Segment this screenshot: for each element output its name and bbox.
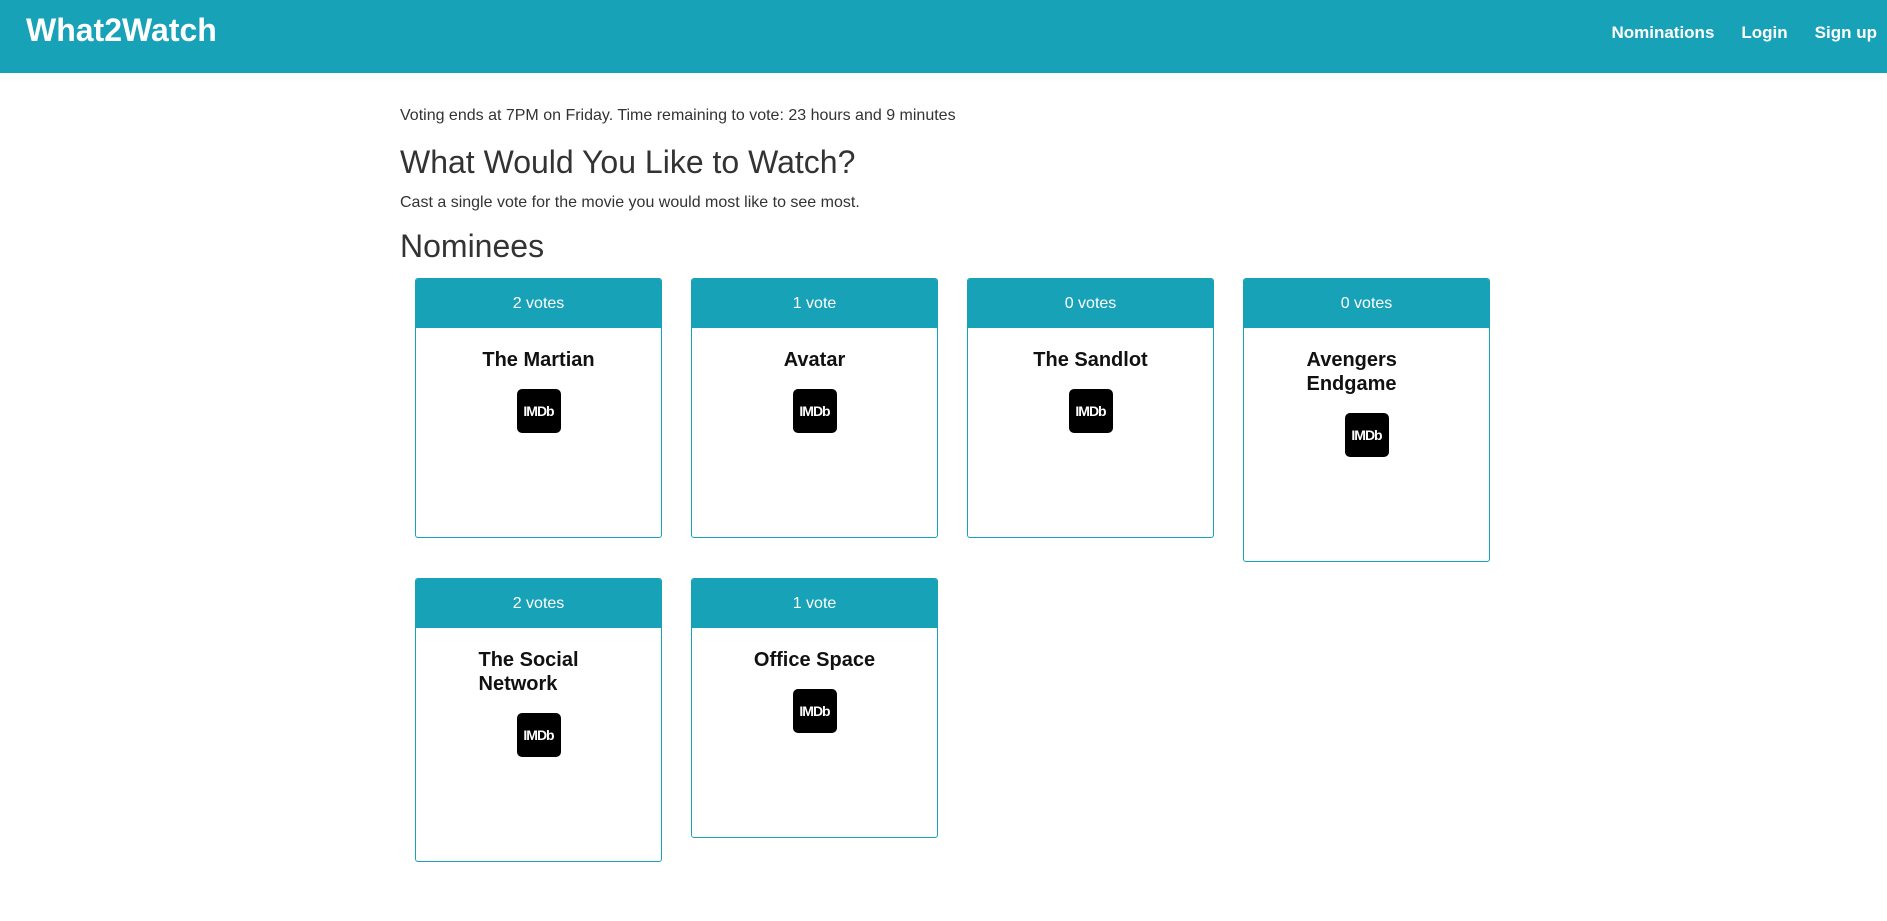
imdb-icon[interactable]: IMDb: [1344, 413, 1389, 457]
nominee-card-the-sandlot[interactable]: 0 votes The Sandlot IMDb: [967, 278, 1214, 538]
nominee-card-office-space[interactable]: 1 vote Office Space IMDb: [691, 578, 938, 838]
imdb-icon[interactable]: IMDb: [792, 389, 837, 433]
movie-title: The Social Network: [478, 649, 579, 695]
vote-count: 1 vote: [692, 579, 937, 628]
vote-count: 0 votes: [968, 279, 1213, 328]
nav-nominations-link[interactable]: Nominations: [1611, 20, 1714, 46]
brand-logo[interactable]: What2Watch: [26, 9, 217, 51]
nominee-card-avatar[interactable]: 1 vote Avatar IMDb: [691, 278, 938, 538]
imdb-icon[interactable]: IMDb: [1068, 389, 1113, 433]
nominees-heading: Nominees: [400, 228, 545, 264]
imdb-icon[interactable]: IMDb: [792, 689, 837, 733]
movie-title: Avatar: [783, 349, 846, 371]
nominee-card-avengers-endgame[interactable]: 0 votes Avengers Endgame IMDb: [1243, 278, 1490, 562]
movie-title: Office Space: [753, 649, 876, 671]
imdb-icon[interactable]: IMDb: [516, 389, 561, 433]
vote-count: 2 votes: [416, 279, 661, 328]
vote-count: 0 votes: [1244, 279, 1489, 328]
nav-signup-link[interactable]: Sign up: [1815, 20, 1877, 46]
voting-deadline-text: Voting ends at 7PM on Friday. Time remai…: [400, 107, 956, 124]
nominee-card-the-social-network[interactable]: 2 votes The Social Network IMDb: [415, 578, 662, 862]
page-instructions: Cast a single vote for the movie you wou…: [400, 194, 860, 211]
nav-links: Nominations Login Sign up: [1584, 20, 1877, 46]
nominee-card-the-martian[interactable]: 2 votes The Martian IMDb: [415, 278, 662, 538]
vote-count: 1 vote: [692, 279, 937, 328]
imdb-icon[interactable]: IMDb: [516, 713, 561, 757]
page-title: What Would You Like to Watch?: [400, 144, 856, 180]
vote-count: 2 votes: [416, 579, 661, 628]
navbar: What2Watch Nominations Login Sign up: [0, 0, 1887, 73]
nav-login-link[interactable]: Login: [1741, 20, 1787, 46]
movie-title: Avengers Endgame: [1306, 349, 1397, 395]
movie-title: The Sandlot: [1033, 349, 1148, 371]
movie-title: The Martian: [482, 349, 595, 371]
